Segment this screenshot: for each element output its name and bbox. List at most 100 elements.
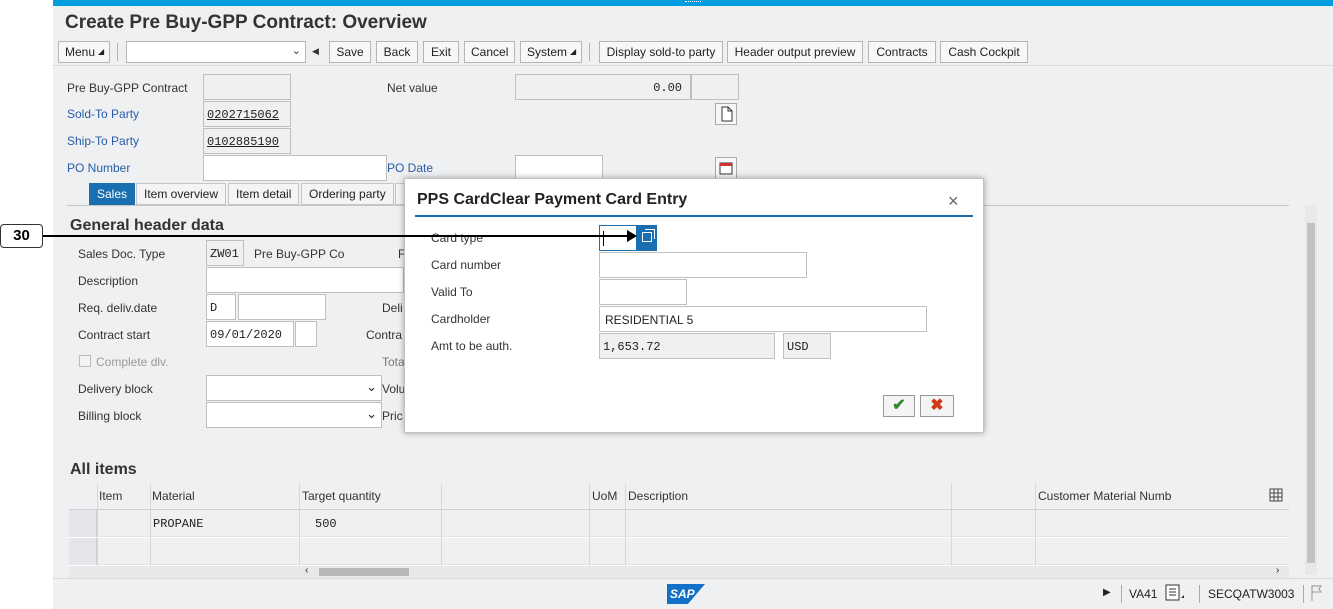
toolbar-separator: [117, 43, 118, 61]
status-separator: [1303, 585, 1304, 603]
confirm-button[interactable]: ✔: [883, 395, 915, 417]
table-row[interactable]: PROPANE 500: [69, 510, 1289, 537]
column-header-target-quantity[interactable]: Target quantity: [302, 489, 381, 503]
ship-to-field[interactable]: 0102885190: [203, 128, 291, 154]
vertical-scrollbar[interactable]: [1305, 205, 1317, 575]
column-header-item[interactable]: Item: [99, 489, 122, 503]
calendar-icon[interactable]: [715, 157, 737, 179]
price-trail: Pric: [382, 409, 403, 423]
contract-number-field[interactable]: [203, 74, 291, 100]
system-button[interactable]: System ◢: [520, 41, 582, 63]
status-separator: [1121, 585, 1122, 603]
exit-button[interactable]: Exit: [423, 41, 459, 63]
row-target-quantity: 500: [315, 517, 337, 531]
column-header-uom[interactable]: UoM: [592, 489, 617, 503]
cardholder-field[interactable]: RESIDENTIAL 5: [599, 306, 927, 332]
column-header-customer-material[interactable]: Customer Material Numb: [1038, 489, 1171, 503]
close-icon[interactable]: ×: [948, 191, 959, 212]
row-selector[interactable]: [69, 510, 97, 537]
header-output-preview-button[interactable]: Header output preview: [727, 41, 863, 63]
contracts-button[interactable]: Contracts: [868, 41, 936, 63]
cardholder-value: RESIDENTIAL 5: [605, 313, 694, 327]
ship-to-value: 0102885190: [207, 135, 280, 149]
card-number-field[interactable]: [599, 252, 807, 278]
chevron-down-icon[interactable]: ⌄: [366, 406, 377, 422]
sales-doc-type-label: Sales Doc. Type: [78, 247, 166, 261]
net-value-label: Net value: [387, 81, 438, 95]
chevron-down-icon[interactable]: ⌄: [292, 44, 301, 57]
value-help-button[interactable]: [637, 225, 657, 251]
column-divider: [589, 484, 590, 566]
cash-cockpit-button[interactable]: Cash Cockpit: [940, 41, 1028, 63]
currency-value: USD: [787, 340, 809, 354]
contract-start-value: 09/01/2020: [210, 328, 283, 342]
grip-icon[interactable]: [685, 1, 701, 4]
table-settings-icon[interactable]: [1269, 488, 1283, 505]
sold-to-field[interactable]: 0202715062: [203, 101, 291, 127]
contract-start-field[interactable]: 09/01/2020: [206, 321, 294, 347]
complete-dlv-checkbox[interactable]: [79, 355, 91, 367]
tab-item-detail[interactable]: Item detail: [228, 183, 300, 205]
save-button[interactable]: Save: [329, 41, 371, 63]
caret-icon: ◢: [98, 47, 105, 56]
contract-start-rule-field[interactable]: [295, 321, 317, 347]
expand-arrow-icon[interactable]: ▶: [1103, 587, 1111, 598]
column-header-description[interactable]: Description: [628, 489, 688, 503]
description-field[interactable]: [206, 267, 404, 293]
currency-field: [691, 74, 739, 100]
tab-sales[interactable]: Sales: [89, 183, 136, 205]
req-deliv-date-field[interactable]: [238, 294, 326, 320]
system-id: SECQATW3003: [1208, 587, 1295, 601]
tab-ordering-party[interactable]: Ordering party: [301, 183, 394, 205]
po-number-field[interactable]: [203, 155, 387, 181]
net-value-field: 0.00: [515, 74, 691, 100]
menu-label: Menu: [65, 45, 96, 59]
sales-doc-type-value: ZW01: [210, 247, 239, 261]
row-selector[interactable]: [69, 538, 97, 565]
req-deliv-format-field[interactable]: D: [206, 294, 236, 320]
scroll-thumb[interactable]: [1307, 223, 1315, 563]
command-field[interactable]: ⌄: [126, 41, 306, 63]
cardholder-label: Cardholder: [431, 312, 491, 326]
title-bar: Create Pre Buy-GPP Contract: Overview: [53, 6, 1333, 38]
payment-card-dialog: PPS CardClear Payment Card Entry × Card …: [404, 178, 984, 433]
window-vertical-scrollbar[interactable]: [1321, 68, 1333, 576]
valid-to-field[interactable]: [599, 279, 687, 305]
ship-to-label: Ship-To Party: [67, 134, 140, 148]
back-button[interactable]: Back: [376, 41, 418, 63]
session-menu-icon[interactable]: [1165, 584, 1185, 605]
document-icon[interactable]: [715, 103, 737, 125]
value-help-icon-back: [645, 229, 655, 239]
deliv-trail: Deli: [382, 301, 403, 315]
contract-start-label: Contract start: [78, 328, 151, 342]
delivery-block-select[interactable]: ⌄: [206, 375, 382, 401]
sold-to-value: 0202715062: [207, 108, 280, 122]
table-row[interactable]: [69, 538, 1289, 565]
scroll-right-icon[interactable]: ›: [1276, 565, 1279, 576]
scroll-left-icon[interactable]: ‹: [305, 565, 308, 576]
collapse-arrow-icon[interactable]: ◀: [312, 46, 319, 57]
billing-block-select[interactable]: ⌄: [206, 402, 382, 428]
tab-item-overview[interactable]: Item overview: [136, 183, 227, 205]
menu-button[interactable]: Menu ◢: [58, 41, 110, 63]
column-header-material[interactable]: Material: [152, 489, 195, 503]
chevron-down-icon[interactable]: ⌄: [366, 379, 377, 395]
row-material: PROPANE: [153, 517, 204, 531]
horizontal-scrollbar[interactable]: ‹ ›: [69, 565, 1289, 578]
column-divider: [625, 484, 626, 566]
cancel-dialog-button[interactable]: ✖: [920, 395, 954, 417]
complete-dlv-label: Complete dlv.: [96, 355, 169, 369]
total-trail: Tota: [382, 355, 405, 369]
req-deliv-date-label: Req. deliv.date: [78, 301, 158, 315]
amount-label: Amt to be auth.: [431, 339, 513, 353]
caret-icon: ◢: [570, 47, 577, 56]
cancel-button[interactable]: Cancel: [464, 41, 515, 63]
items-table-header: Item Material Target quantity UoM Descri…: [69, 484, 1289, 510]
sales-doc-type-field: ZW01: [206, 240, 244, 266]
status-bar: SAP ▶ VA41 SECQATW3003: [53, 578, 1333, 609]
currency-field: USD: [783, 333, 831, 359]
display-sold-to-button[interactable]: Display sold-to party: [599, 41, 723, 63]
flag-icon[interactable]: [1310, 584, 1324, 605]
po-number-label: PO Number: [67, 161, 131, 175]
scroll-thumb[interactable]: [319, 568, 409, 576]
